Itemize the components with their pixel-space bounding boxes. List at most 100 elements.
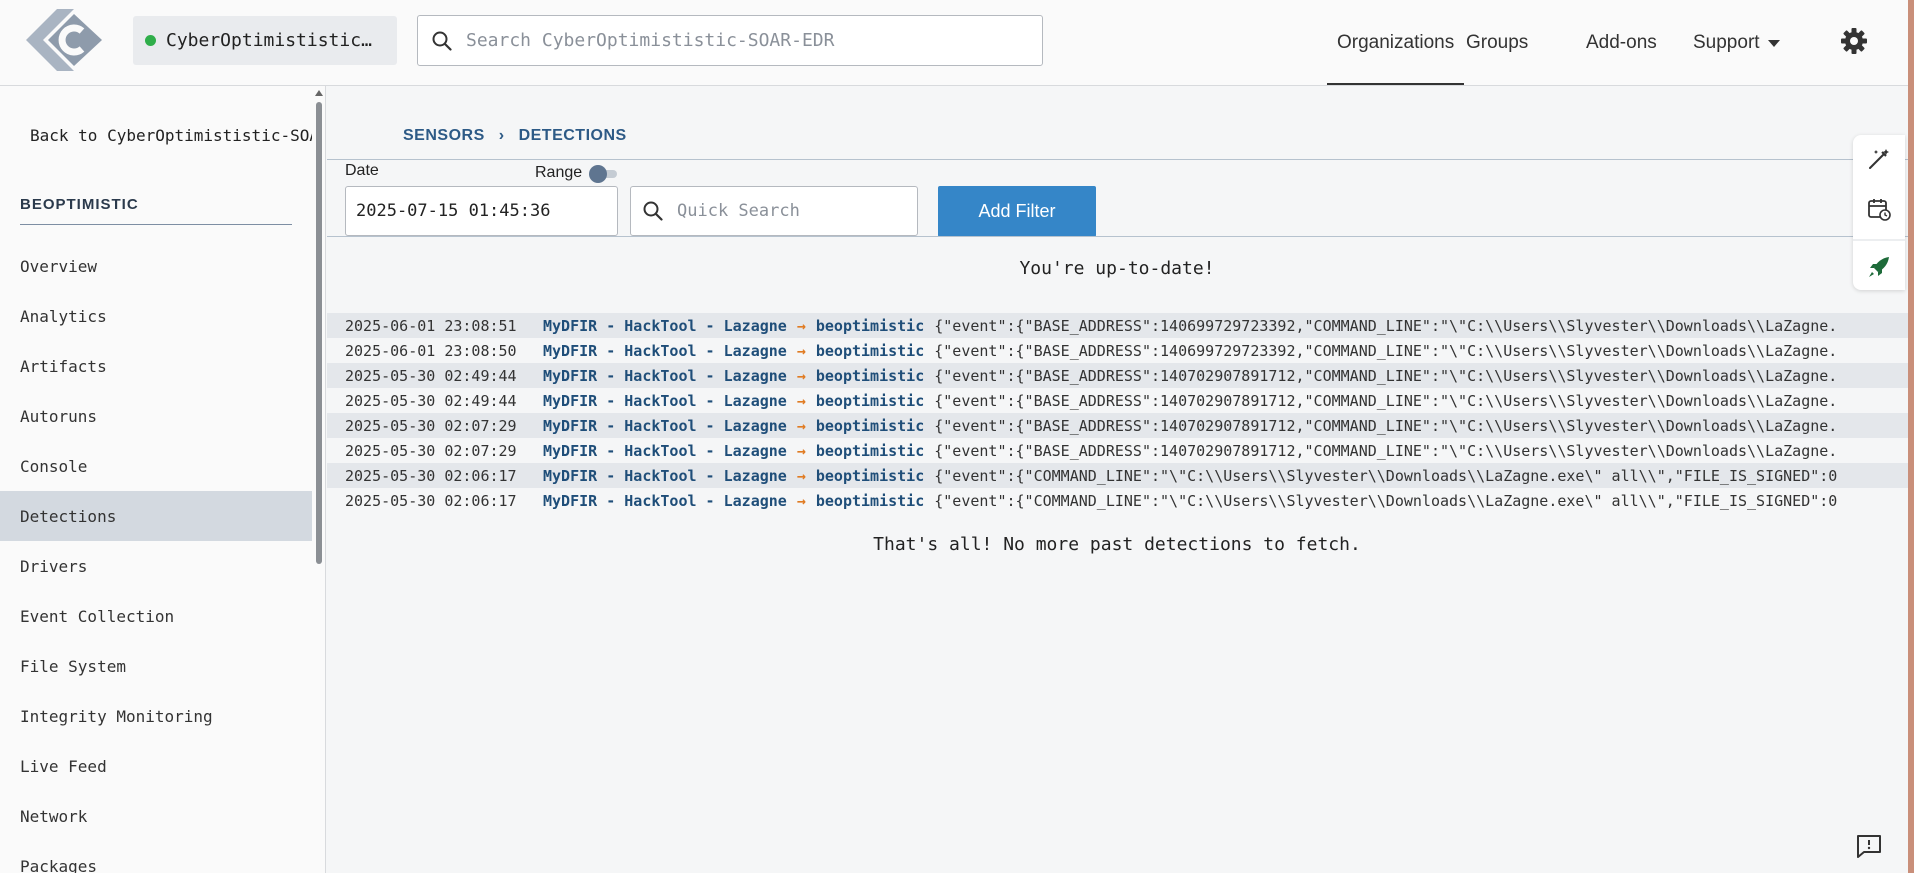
- detection-row[interactable]: 2025-05-30 02:06:17 MyDFIR - HackTool - …: [327, 463, 1914, 488]
- uptodate-message: You're up-to-date!: [1019, 258, 1215, 279]
- detections-list: 2025-06-01 23:08:51 MyDFIR - HackTool - …: [327, 313, 1914, 513]
- detection-row[interactable]: 2025-05-30 02:07:29 MyDFIR - HackTool - …: [327, 413, 1914, 438]
- end-message: That's all! No more past detections to f…: [873, 534, 1361, 555]
- global-search[interactable]: [417, 15, 1043, 66]
- detection-timestamp: 2025-06-01 23:08:50: [345, 341, 517, 360]
- divider: [20, 224, 292, 225]
- detection-row[interactable]: 2025-06-01 23:08:50 MyDFIR - HackTool - …: [327, 338, 1914, 363]
- detection-host[interactable]: beoptimistic: [816, 342, 924, 360]
- divider: [327, 236, 1914, 237]
- detection-host[interactable]: beoptimistic: [816, 417, 924, 435]
- gear-icon[interactable]: [1840, 27, 1868, 55]
- detection-rule[interactable]: MyDFIR - HackTool - Lazagne: [543, 342, 787, 360]
- toggle-knob: [589, 165, 607, 183]
- arrow-icon: →: [796, 316, 806, 335]
- detection-rule[interactable]: MyDFIR - HackTool - Lazagne: [543, 442, 787, 460]
- breadcrumb-detections: DETECTIONS: [518, 127, 627, 144]
- detection-rule[interactable]: MyDFIR - HackTool - Lazagne: [543, 392, 787, 410]
- sidebar-item-artifacts[interactable]: Artifacts: [0, 341, 312, 391]
- sidebar-section-title: BEOPTIMISTIC: [20, 196, 139, 213]
- feedback-icon[interactable]: [1856, 834, 1882, 858]
- nav-groups[interactable]: Groups: [1466, 0, 1528, 86]
- sidebar-item-label: Artifacts: [20, 356, 107, 376]
- sidebar-item-packages[interactable]: Packages: [0, 841, 312, 873]
- detection-timestamp: 2025-06-01 23:08:51: [345, 316, 517, 335]
- detection-rule[interactable]: MyDFIR - HackTool - Lazagne: [543, 417, 787, 435]
- sidebar-item-label: Console: [20, 456, 88, 476]
- detection-row[interactable]: 2025-05-30 02:49:44 MyDFIR - HackTool - …: [327, 363, 1914, 388]
- detection-timestamp: 2025-05-30 02:07:29: [345, 416, 517, 435]
- detection-host[interactable]: beoptimistic: [816, 317, 924, 335]
- detection-rule[interactable]: MyDFIR - HackTool - Lazagne: [543, 367, 787, 385]
- detection-event: {"event":{"BASE_ADDRESS":140702907891712…: [934, 416, 1838, 435]
- sidebar-item-label: Overview: [20, 256, 98, 276]
- detection-row[interactable]: 2025-05-30 02:06:17 MyDFIR - HackTool - …: [327, 488, 1914, 513]
- detection-event: {"event":{"COMMAND_LINE":"\"C:\\Users\\S…: [934, 466, 1838, 485]
- detection-host[interactable]: beoptimistic: [816, 367, 924, 385]
- arrow-icon: →: [796, 466, 806, 485]
- detection-host[interactable]: beoptimistic: [816, 467, 924, 485]
- sidebar-item-label: Event Collection: [20, 606, 175, 626]
- detection-row[interactable]: 2025-06-01 23:08:51 MyDFIR - HackTool - …: [327, 313, 1914, 338]
- breadcrumb-separator: ›: [498, 127, 505, 144]
- calendar-icon[interactable]: [1867, 197, 1891, 221]
- sidebar-item-drivers[interactable]: Drivers: [0, 541, 312, 591]
- sidebar-item-event-collection[interactable]: Event Collection: [0, 591, 312, 641]
- window-edge: [1908, 0, 1914, 873]
- top-bar: CyberOptimististic… Organizations Groups…: [0, 0, 1914, 86]
- divider: [327, 159, 1914, 160]
- sidebar-item-autoruns[interactable]: Autoruns: [0, 391, 312, 441]
- scroll-up-icon[interactable]: [315, 90, 323, 96]
- limacharlie-logo[interactable]: [26, 9, 102, 71]
- range-toggle[interactable]: [589, 165, 619, 183]
- sidebar-item-analytics[interactable]: Analytics: [0, 291, 312, 341]
- magic-wand-icon[interactable]: [1867, 147, 1891, 171]
- sidebar-item-integrity-monitoring[interactable]: Integrity Monitoring: [0, 691, 312, 741]
- detection-timestamp: 2025-05-30 02:06:17: [345, 491, 517, 510]
- detection-timestamp: 2025-05-30 02:49:44: [345, 391, 517, 410]
- search-icon: [432, 31, 452, 51]
- breadcrumb: SENSORS › DETECTIONS: [403, 127, 627, 145]
- sidebar-item-label: Network: [20, 806, 88, 826]
- sidebar-item-detections[interactable]: Detections: [0, 491, 312, 541]
- sidebar-item-label: Live Feed: [20, 756, 107, 776]
- sidebar-item-console[interactable]: Console: [0, 441, 312, 491]
- detection-rule[interactable]: MyDFIR - HackTool - Lazagne: [543, 492, 787, 510]
- detection-row[interactable]: 2025-05-30 02:49:44 MyDFIR - HackTool - …: [327, 388, 1914, 413]
- scroll-thumb[interactable]: [316, 102, 322, 564]
- arrow-icon: →: [796, 441, 806, 460]
- nav-organizations[interactable]: Organizations: [1326, 0, 1465, 86]
- global-search-input[interactable]: [466, 30, 1026, 51]
- sidebar-item-label: Integrity Monitoring: [20, 706, 213, 726]
- detection-rule[interactable]: MyDFIR - HackTool - Lazagne: [543, 467, 787, 485]
- detection-timestamp: 2025-05-30 02:49:44: [345, 366, 517, 385]
- back-link[interactable]: Back to CyberOptimististic-SOAR-EDR: [30, 126, 312, 145]
- detection-rule[interactable]: MyDFIR - HackTool - Lazagne: [543, 317, 787, 335]
- detection-row[interactable]: 2025-05-30 02:07:29 MyDFIR - HackTool - …: [327, 438, 1914, 463]
- org-selector[interactable]: CyberOptimististic…: [133, 16, 397, 65]
- rocket-icon[interactable]: [1867, 255, 1891, 279]
- arrow-icon: →: [796, 416, 806, 435]
- detection-host[interactable]: beoptimistic: [816, 392, 924, 410]
- sidebar-item-overview[interactable]: Overview: [0, 241, 312, 291]
- range-label: Range: [535, 164, 583, 181]
- sidebar-item-network[interactable]: Network: [0, 791, 312, 841]
- quick-search[interactable]: [630, 186, 918, 236]
- sidebar-scrollbar[interactable]: [312, 86, 325, 873]
- arrow-icon: →: [796, 491, 806, 510]
- breadcrumb-sensors[interactable]: SENSORS: [403, 127, 485, 145]
- add-filter-button[interactable]: Add Filter: [938, 186, 1096, 237]
- nav-groups-label: Groups: [1466, 32, 1529, 53]
- detection-event: {"event":{"BASE_ADDRESS":140702907891712…: [934, 441, 1838, 460]
- sidebar: Back to CyberOptimististic-SOAR-EDR BEOP…: [0, 86, 326, 873]
- sidebar-item-label: Autoruns: [20, 406, 98, 426]
- quick-search-input[interactable]: [677, 201, 897, 221]
- org-name: CyberOptimististic…: [166, 30, 372, 51]
- detection-host[interactable]: beoptimistic: [816, 442, 924, 460]
- nav-addons[interactable]: Add-ons: [1586, 0, 1657, 86]
- sidebar-item-live-feed[interactable]: Live Feed: [0, 741, 312, 791]
- sidebar-item-file-system[interactable]: File System: [0, 641, 312, 691]
- nav-support[interactable]: Support: [1693, 0, 1780, 86]
- date-field[interactable]: [345, 186, 618, 236]
- detection-host[interactable]: beoptimistic: [816, 492, 924, 510]
